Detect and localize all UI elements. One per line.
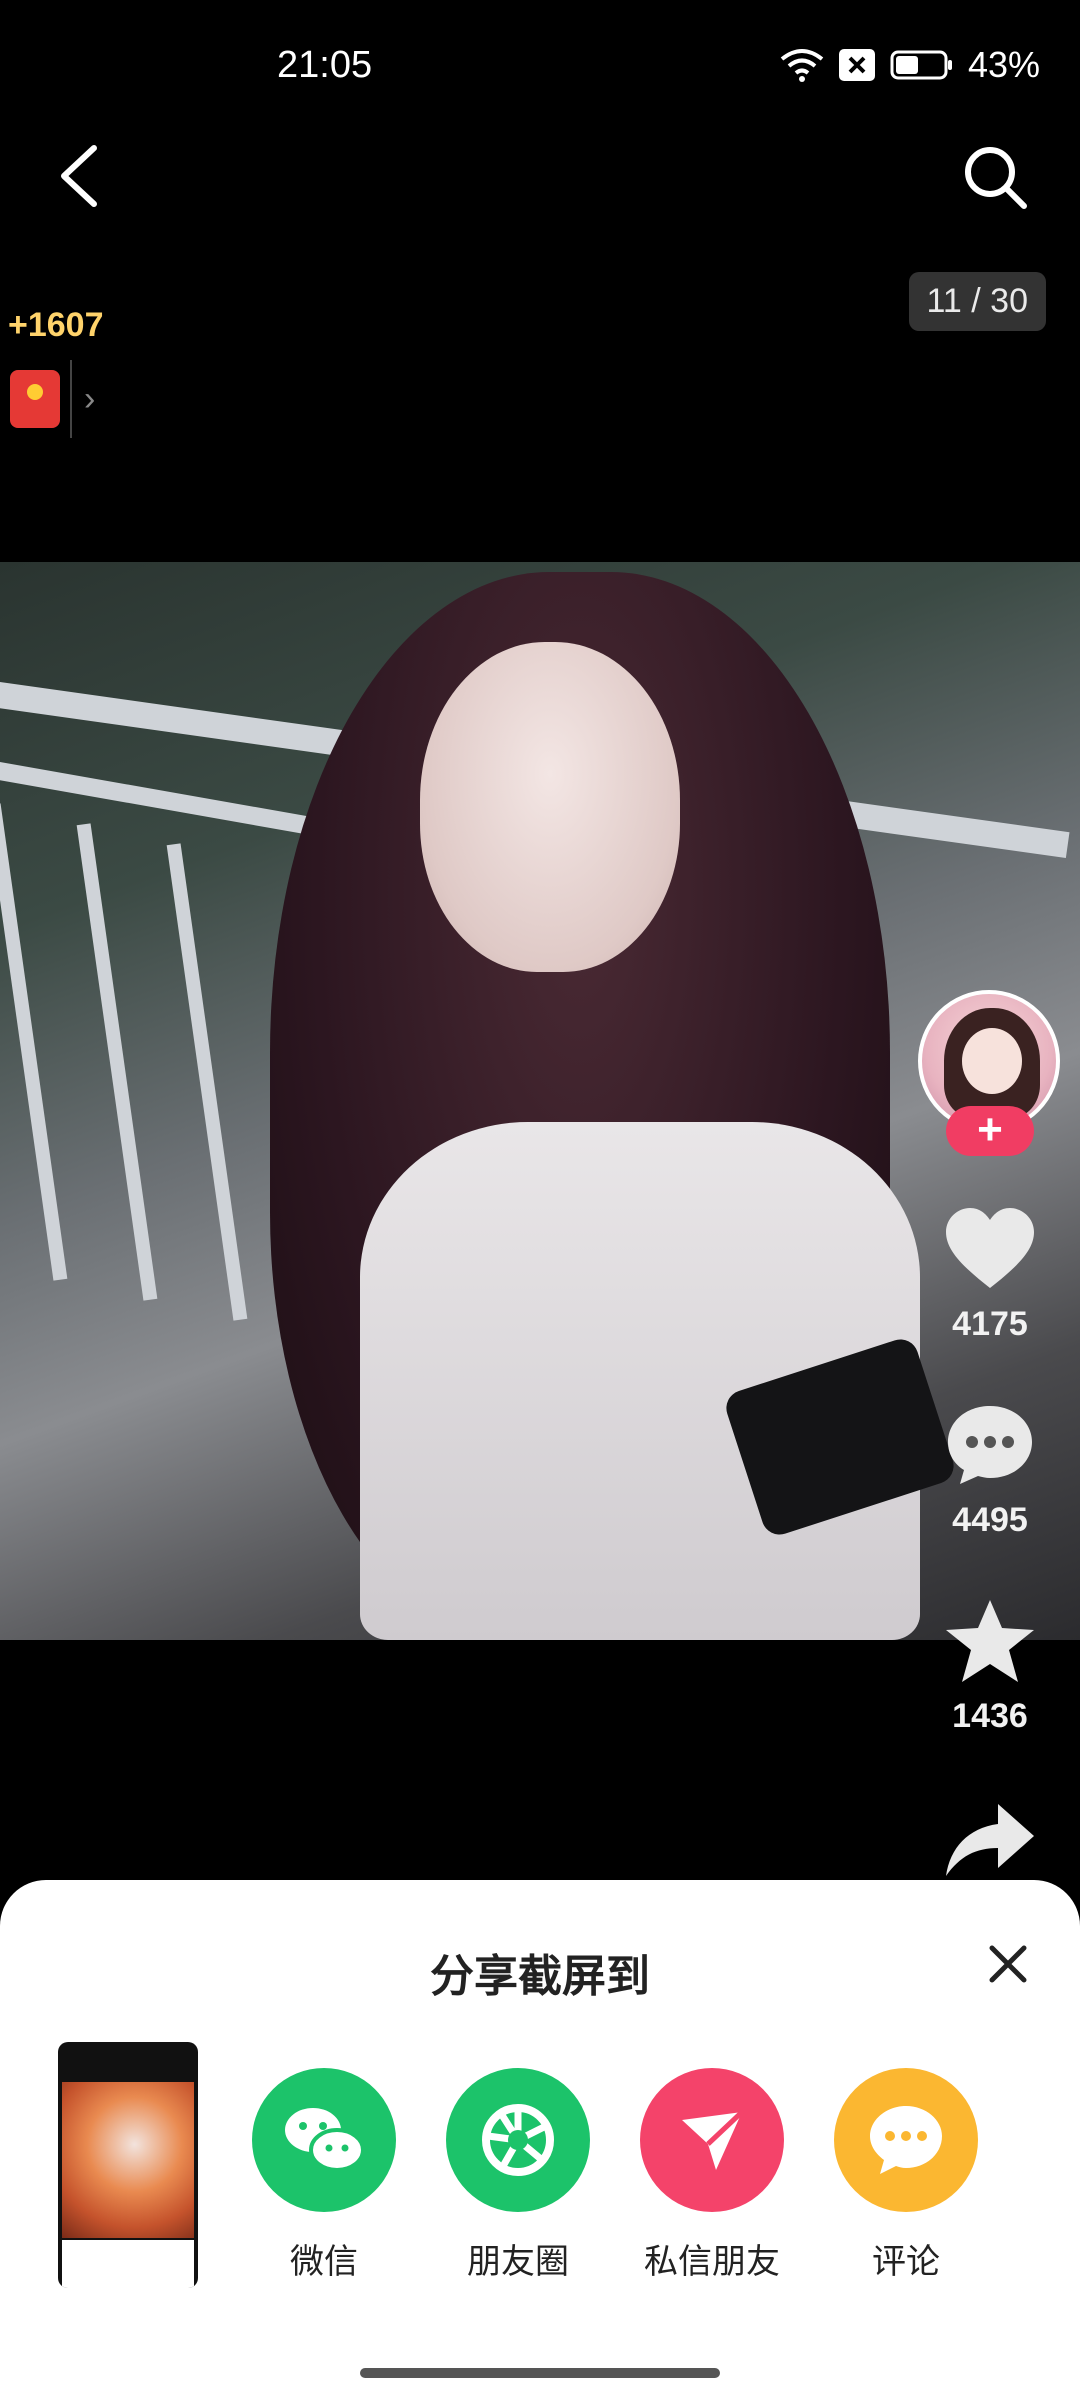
share-moments-label: 朋友圈 bbox=[467, 2243, 569, 2281]
image-counter: 11 / 30 bbox=[908, 272, 1046, 331]
screenshot-thumbnail[interactable] bbox=[58, 2042, 198, 2288]
search-button[interactable] bbox=[962, 144, 1028, 210]
comment-button[interactable]: 4495 bbox=[930, 1402, 1050, 1540]
comment-icon bbox=[834, 2068, 978, 2212]
star-icon bbox=[946, 1600, 1034, 1682]
wifi-icon bbox=[780, 49, 824, 82]
battery-icon bbox=[890, 50, 952, 80]
moments-icon bbox=[446, 2068, 590, 2212]
share-direct-message[interactable]: 私信朋友 bbox=[622, 2068, 802, 2283]
share-wechat-label: 微信 bbox=[290, 2243, 358, 2281]
share-sheet-title: 分享截屏到 bbox=[430, 1952, 650, 2001]
status-time: 21:05 bbox=[277, 44, 373, 86]
photo-image[interactable] bbox=[0, 562, 1080, 1640]
share-button[interactable] bbox=[930, 1796, 1050, 1887]
share-comment[interactable]: 评论 bbox=[816, 2068, 996, 2283]
send-icon bbox=[640, 2068, 784, 2212]
battery-percent: 43% bbox=[967, 44, 1040, 85]
like-count: 4175 bbox=[952, 1305, 1028, 1343]
close-button[interactable] bbox=[980, 1936, 1036, 1992]
follow-button[interactable]: + bbox=[946, 1106, 1034, 1156]
share-moments[interactable]: 朋友圈 bbox=[428, 2068, 608, 2283]
heart-icon bbox=[946, 1208, 1034, 1288]
favorite-button[interactable]: 1436 bbox=[930, 1598, 1050, 1736]
status-icons: 43% bbox=[780, 44, 1040, 86]
share-direct-message-label: 私信朋友 bbox=[644, 2243, 780, 2281]
like-button[interactable]: 4175 bbox=[930, 1206, 1050, 1344]
share-comment-label: 评论 bbox=[872, 2243, 940, 2281]
chevron-right-icon[interactable]: › bbox=[84, 380, 95, 419]
share-sheet: 分享截屏到 微信 朋友圈 私信朋友 评论 bbox=[0, 1880, 1080, 2400]
back-button[interactable] bbox=[54, 144, 104, 208]
comment-bubble-icon bbox=[948, 1406, 1032, 1484]
wechat-icon bbox=[252, 2068, 396, 2212]
reward-count: +1607 bbox=[8, 306, 104, 344]
share-wechat[interactable]: 微信 bbox=[234, 2068, 414, 2283]
home-indicator[interactable] bbox=[360, 2368, 720, 2378]
favorite-count: 1436 bbox=[952, 1697, 1028, 1735]
comment-count: 4495 bbox=[952, 1501, 1028, 1539]
red-packet-icon[interactable] bbox=[10, 370, 60, 428]
notification-muted-icon bbox=[838, 49, 875, 81]
share-arrow-icon bbox=[946, 1804, 1034, 1876]
divider bbox=[70, 360, 72, 438]
